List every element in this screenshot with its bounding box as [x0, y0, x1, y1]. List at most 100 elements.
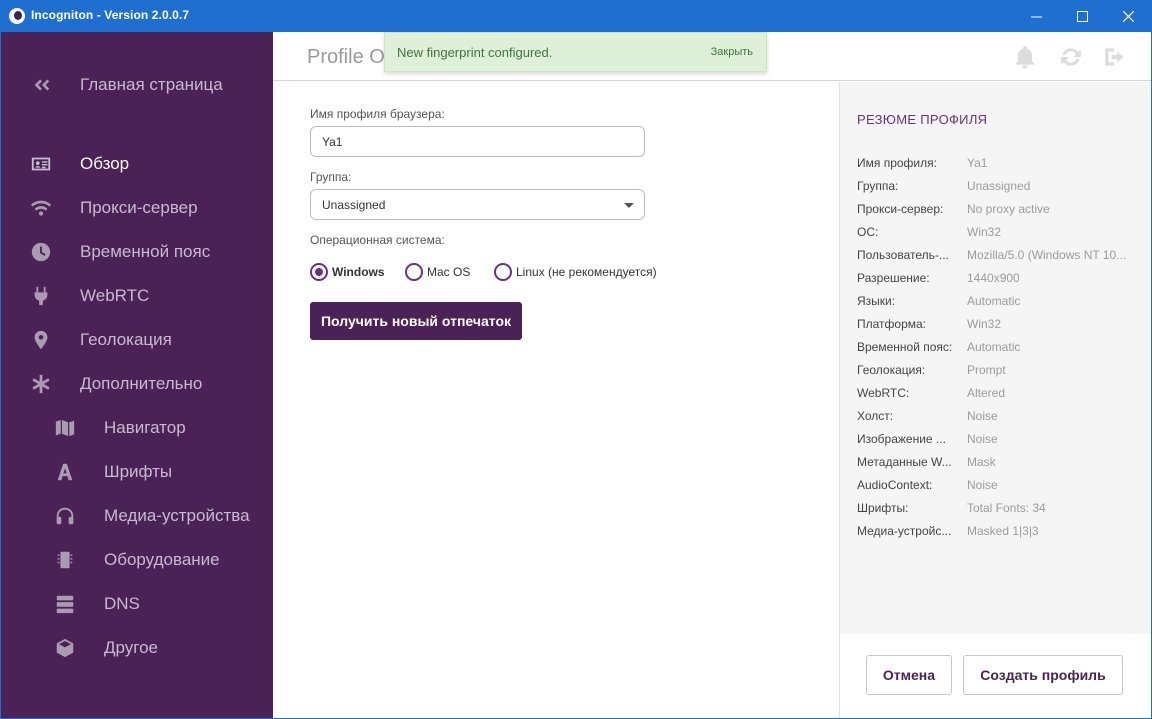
sidebar-item-advanced[interactable]: Дополнительно	[1, 364, 273, 404]
app-logo-icon	[9, 8, 25, 24]
sidebar-item-label: Прокси-сервер	[80, 198, 198, 217]
group-select-value: Unassigned	[322, 198, 386, 212]
sidebar-item-geolocation[interactable]: Геолокация	[1, 320, 273, 360]
plug-icon	[29, 284, 53, 308]
summary-value: Unassigned	[967, 179, 1031, 193]
close-icon	[1122, 10, 1134, 22]
summary-key: Шрифты:	[857, 501, 909, 515]
summary-key: Геолокация:	[857, 363, 926, 377]
close-window-button[interactable]	[1105, 0, 1151, 32]
minimize-button[interactable]	[1013, 0, 1059, 32]
font-icon	[53, 460, 77, 484]
summary-row: Разрешение: 1440x900	[857, 271, 1137, 289]
summary-row: Временной пояс: Automatic	[857, 340, 1137, 358]
sidebar-item-label: Главная страница	[80, 75, 223, 94]
summary-row: Платформа: Win32	[857, 317, 1137, 335]
summary-key: Разрешение:	[857, 271, 930, 285]
summary-key: Холст:	[857, 409, 894, 423]
sidebar-item-proxy[interactable]: Прокси-сервер	[1, 188, 273, 228]
bell-icon[interactable]	[1012, 44, 1038, 70]
radio-unchecked-icon	[405, 263, 423, 281]
radio-unchecked-icon	[494, 263, 512, 281]
os-radio-macos[interactable]: Mac OS	[405, 263, 470, 281]
os-radio-windows[interactable]: Windows	[310, 263, 385, 281]
summary-title: РЕЗЮМЕ ПРОФИЛЯ	[857, 112, 988, 127]
sidebar-item-label: Другое	[104, 638, 159, 657]
map-icon	[53, 416, 77, 440]
os-radio-linux[interactable]: Linux (не рекомендуется)	[494, 263, 657, 281]
summary-value: No proxy active	[967, 202, 1050, 216]
summary-row: Языки: Automatic	[857, 294, 1137, 312]
sidebar-item-label: Обзор	[80, 154, 130, 173]
sidebar-item-timezone[interactable]: Временной пояс	[1, 232, 273, 272]
summary-key: ОС:	[857, 225, 879, 239]
sidebar-subitem-hardware[interactable]: Оборудование	[1, 540, 273, 580]
group-select[interactable]: Unassigned	[310, 189, 645, 220]
summary-value: 1440x900	[967, 271, 1020, 285]
sidebar: Главная страница Обзор Прокси-сервер Вре…	[1, 32, 273, 718]
summary-key: Платформа:	[857, 317, 927, 331]
refresh-icon[interactable]	[1058, 44, 1084, 70]
window-border	[0, 32, 1, 719]
sidebar-item-label: Геолокация	[80, 330, 172, 349]
sidebar-item-label: Шрифты	[104, 462, 173, 481]
get-new-fingerprint-button[interactable]: Получить новый отпечаток	[310, 302, 522, 340]
sidebar-item-label: Медиа-устройства	[104, 506, 250, 525]
title-bar: Incogniton - Version 2.0.0.7	[0, 0, 1152, 32]
summary-key: WebRTC:	[857, 386, 910, 400]
summary-row: Изображение ... Noise	[857, 432, 1137, 450]
sidebar-subitem-other[interactable]: Другое	[1, 628, 273, 668]
maximize-button[interactable]	[1059, 0, 1105, 32]
toast-close-button[interactable]: Закрыть	[711, 46, 753, 58]
page-title: Profile Ov	[307, 46, 395, 68]
summary-value: Noise	[967, 478, 998, 492]
summary-row: Метаданные W... Mask	[857, 455, 1137, 473]
summary-row: ОС: Win32	[857, 225, 1137, 243]
summary-row: Пользователь-... Mozilla/5.0 (Windows NT …	[857, 248, 1137, 266]
os-radio-label: Mac OS	[427, 265, 471, 279]
os-radio-label: Linux (не рекомендуется)	[516, 265, 657, 279]
sidebar-subitem-media[interactable]: Медиа-устройства	[1, 496, 273, 536]
summary-value: Prompt	[967, 363, 1006, 377]
summary-row: Геолокация: Prompt	[857, 363, 1137, 381]
cube-icon	[53, 636, 77, 660]
minimize-icon	[1030, 16, 1042, 17]
summary-key: Пользователь-...	[857, 248, 949, 262]
clock-icon	[29, 240, 53, 264]
summary-value: Mask	[967, 455, 996, 469]
chevron-down-icon	[624, 203, 634, 208]
summary-row: Холст: Noise	[857, 409, 1137, 427]
sidebar-subitem-navigator[interactable]: Навигатор	[1, 408, 273, 448]
create-profile-button[interactable]: Создать профиль	[963, 655, 1123, 695]
headphones-icon	[53, 504, 77, 528]
asterisk-icon	[29, 372, 53, 396]
sidebar-item-overview[interactable]: Обзор	[1, 144, 273, 184]
os-radio-label: Windows	[332, 265, 385, 279]
sidebar-item-home[interactable]: Главная страница	[1, 65, 273, 105]
summary-value: Masked 1|3|3	[967, 524, 1039, 538]
sidebar-subitem-dns[interactable]: DNS	[1, 584, 273, 624]
footer-actions: Отмена Создать профиль	[839, 634, 1151, 718]
radio-checked-icon	[310, 263, 328, 281]
summary-row: Медиа-устройс... Masked 1|3|3	[857, 524, 1137, 542]
summary-value: Mozilla/5.0 (Windows NT 10...	[967, 248, 1127, 262]
summary-value: Noise	[967, 432, 998, 446]
summary-value: Noise	[967, 409, 998, 423]
sidebar-subitem-fonts[interactable]: Шрифты	[1, 452, 273, 492]
summary-key: Метаданные W...	[857, 455, 952, 469]
sidebar-item-label: Дополнительно	[80, 374, 203, 393]
sidebar-item-webrtc[interactable]: WebRTC	[1, 276, 273, 316]
summary-row: Прокси-сервер: No proxy active	[857, 202, 1137, 220]
cancel-button[interactable]: Отмена	[866, 655, 952, 695]
os-label: Операционная система:	[310, 233, 445, 247]
sign-out-icon[interactable]	[1102, 44, 1128, 70]
profile-name-input[interactable]	[310, 126, 645, 157]
summary-value: Win32	[967, 317, 1002, 331]
summary-row: Группа: Unassigned	[857, 179, 1137, 197]
group-label: Группа:	[310, 170, 352, 184]
notification-toast: New fingerprint configured. Закрыть	[384, 32, 767, 72]
wifi-icon	[29, 196, 53, 220]
summary-value: Altered	[967, 386, 1006, 400]
maximize-icon	[1076, 10, 1088, 22]
summary-row: Имя профиля: Ya1	[857, 156, 1137, 174]
